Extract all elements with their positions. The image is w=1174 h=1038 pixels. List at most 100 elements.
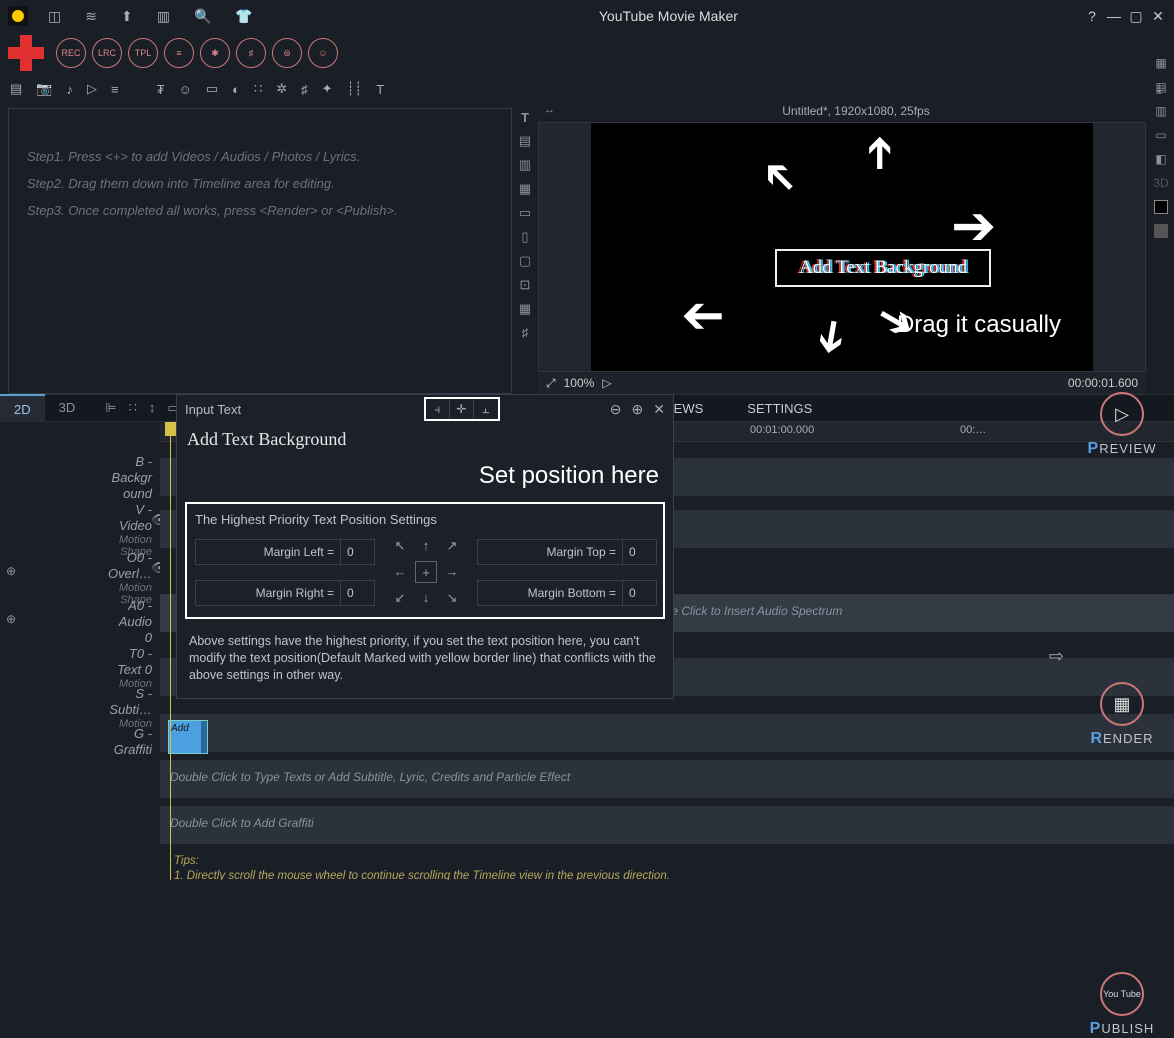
- text-clip[interactable]: Add: [168, 720, 208, 754]
- strip-icon-9[interactable]: ♯: [522, 325, 529, 340]
- text-T-icon[interactable]: T: [521, 110, 529, 125]
- margin-right-field[interactable]: Margin Right = 0: [195, 580, 375, 606]
- preview-button[interactable]: ▷ PREVIEW: [1088, 392, 1157, 458]
- margin-left-field[interactable]: Margin Left = 0: [195, 539, 375, 565]
- align-center-button[interactable]: ✛: [450, 399, 474, 419]
- dir-e-icon[interactable]: →: [441, 561, 463, 583]
- list-button[interactable]: ≡: [164, 38, 194, 68]
- strip-icon-6[interactable]: ▢: [519, 253, 531, 269]
- bookmark-icon[interactable]: ◫: [48, 8, 61, 25]
- maximize-icon[interactable]: ▢: [1128, 8, 1144, 25]
- strip-icon-2[interactable]: ▥: [519, 157, 531, 173]
- text-content-preview: Add Text Background: [177, 423, 673, 456]
- play-preview-icon[interactable]: ▷: [602, 376, 611, 390]
- help-step1: Step1. Press <+> to add Videos / Audios …: [27, 149, 493, 164]
- up-down-icon[interactable]: ↕: [149, 400, 156, 416]
- clip-icon[interactable]: ▷: [87, 81, 97, 97]
- rec-button[interactable]: REC: [56, 38, 86, 68]
- camera-icon[interactable]: 📷: [36, 81, 52, 97]
- forward-arrow-icon[interactable]: ⇨: [1049, 646, 1064, 667]
- search-icon[interactable]: 🔍: [194, 8, 211, 25]
- panel-icon-3[interactable]: ▥: [1155, 104, 1166, 118]
- lane-subtitle[interactable]: Double Click to Type Texts or Add Subtit…: [160, 760, 1174, 798]
- close-icon[interactable]: ✕: [1150, 8, 1166, 25]
- list-icon[interactable]: ≡: [111, 82, 119, 97]
- lrc-button[interactable]: LRC: [92, 38, 122, 68]
- layers-icon[interactable]: ≋: [85, 8, 97, 25]
- emoji-icon[interactable]: ☺: [179, 82, 192, 97]
- margin-top-field[interactable]: Margin Top = 0: [477, 539, 657, 565]
- help-icon[interactable]: ?: [1084, 8, 1100, 25]
- arrow-icon: ➔: [857, 135, 901, 172]
- margin-bottom-field[interactable]: Margin Bottom = 0: [477, 580, 657, 606]
- preview-canvas[interactable]: Add Text Background ➔ ➔ ➔ ➔ ➔ ➔ Drag it …: [538, 122, 1146, 372]
- panel-icon-4[interactable]: ▭: [1155, 128, 1166, 142]
- strip-icon-1[interactable]: ▤: [519, 133, 531, 149]
- add-overlay-icon[interactable]: ⊕: [6, 564, 16, 578]
- strip-icon-4[interactable]: ▭: [519, 205, 531, 221]
- lane-text[interactable]: [160, 714, 1174, 752]
- bullets-icon[interactable]: ∷: [254, 81, 262, 97]
- panel-icon-2[interactable]: ▤: [1155, 80, 1166, 94]
- contrast-icon[interactable]: ◐: [232, 82, 240, 97]
- youtube-circle-icon: You Tube: [1100, 972, 1144, 1016]
- panel-icon-5[interactable]: ◧: [1155, 152, 1166, 166]
- tip-1: 1. Directly scroll the mouse wheel to co…: [174, 869, 670, 880]
- zoom-in-button[interactable]: ⊕: [632, 401, 644, 418]
- text-tool-icon[interactable]: ₮: [157, 82, 165, 97]
- add-audio-icon[interactable]: ⊕: [6, 612, 16, 626]
- dir-nw-icon[interactable]: ↖: [389, 535, 411, 557]
- lane-graffiti[interactable]: Double Click to Add Graffiti: [160, 806, 1174, 844]
- menu-settings[interactable]: SETTINGS: [747, 401, 812, 416]
- panel-icon-1[interactable]: ▦: [1155, 56, 1166, 70]
- dir-sw-icon[interactable]: ↙: [389, 587, 411, 609]
- big-text-icon[interactable]: T: [376, 82, 384, 97]
- sparkle-icon[interactable]: ✲: [276, 81, 287, 97]
- strip-icon-7[interactable]: ⊡: [520, 277, 531, 293]
- dir-s-icon[interactable]: ↓: [415, 587, 437, 609]
- align-right-button[interactable]: ⫠: [474, 399, 498, 419]
- music-eq-button[interactable]: ♯: [236, 38, 266, 68]
- subtitle-hint: Double Click to Type Texts or Add Subtit…: [160, 760, 1174, 784]
- grid-icon[interactable]: ∷: [129, 400, 137, 416]
- solid-swatch[interactable]: [1154, 224, 1168, 238]
- full-arrow-icon[interactable]: ⤢: [546, 376, 556, 391]
- dir-n-icon[interactable]: ↑: [415, 535, 437, 557]
- publish-button[interactable]: You Tube PUBLISH: [1090, 972, 1155, 1038]
- app-logo[interactable]: [8, 6, 28, 26]
- panels-icon[interactable]: ▥: [157, 8, 170, 25]
- strip-icon-8[interactable]: ▦: [519, 301, 531, 317]
- puzzle-icon[interactable]: ✦: [322, 81, 333, 97]
- render-button[interactable]: ▦ RENDER: [1090, 682, 1153, 748]
- dir-ne-icon[interactable]: ↗: [441, 535, 463, 557]
- minimize-icon[interactable]: —: [1106, 8, 1122, 25]
- tpl-button[interactable]: TPL: [128, 38, 158, 68]
- note-icon[interactable]: ♪: [66, 82, 73, 97]
- text-fx-button[interactable]: ⊜: [272, 38, 302, 68]
- tab-3d[interactable]: 3D: [45, 394, 90, 422]
- strip-icon-3[interactable]: ▦: [519, 181, 531, 197]
- playhead[interactable]: [170, 422, 171, 880]
- zoom-out-button[interactable]: ⊖: [610, 401, 622, 418]
- align-left-icon[interactable]: ⊫: [105, 400, 116, 416]
- effects-button[interactable]: ✱: [200, 38, 230, 68]
- 3d-toggle[interactable]: 3D: [1153, 176, 1168, 190]
- add-media-button[interactable]: [8, 35, 44, 71]
- layout-icon[interactable]: ▤: [10, 81, 22, 97]
- bw-swatch[interactable]: [1154, 200, 1168, 214]
- battery-icon[interactable]: ▭: [206, 81, 218, 97]
- up-arrow-icon[interactable]: ⬆: [121, 8, 133, 25]
- align-left-button[interactable]: ⫞: [426, 399, 450, 419]
- expand-h-icon[interactable]: ↔: [544, 104, 555, 116]
- eq-icon[interactable]: ┊┊: [347, 81, 363, 97]
- strip-icon-5[interactable]: ▯: [521, 229, 528, 245]
- clip-handle[interactable]: [201, 721, 207, 753]
- sharp-icon[interactable]: ♯: [301, 82, 308, 97]
- modal-close-button[interactable]: ✕: [653, 401, 665, 418]
- tab-2d[interactable]: 2D: [0, 394, 45, 422]
- dir-center-button[interactable]: +: [415, 561, 437, 583]
- user-button[interactable]: ☺: [308, 38, 338, 68]
- shirt-icon[interactable]: 👕: [235, 8, 252, 25]
- dir-w-icon[interactable]: ←: [389, 561, 411, 583]
- dir-se-icon[interactable]: ↘: [441, 587, 463, 609]
